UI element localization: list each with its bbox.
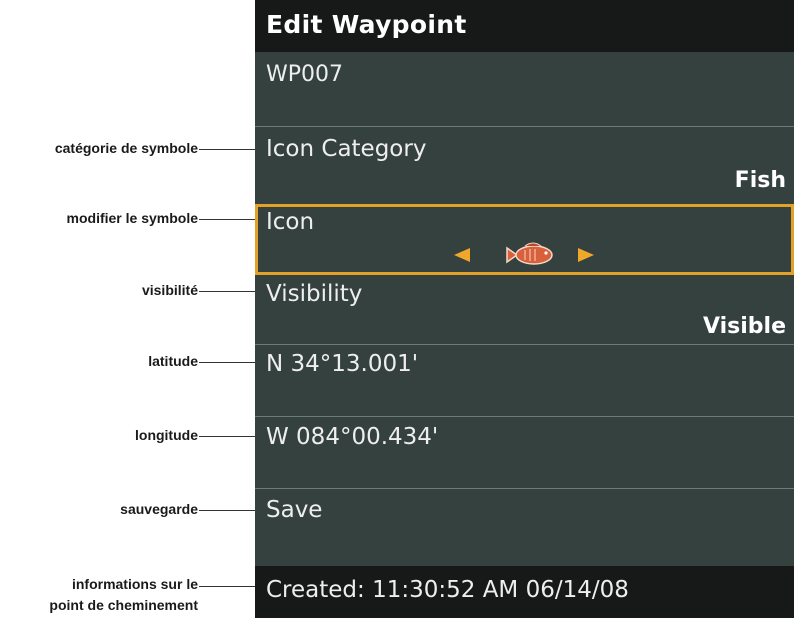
annotation-longitude: longitude xyxy=(135,427,198,443)
annotation-icon-category: catégorie de symbole xyxy=(54,140,198,156)
annotation-info-line1: informations sur le xyxy=(71,576,198,592)
divider xyxy=(255,416,794,417)
icon-category-label: Icon Category xyxy=(266,136,427,162)
arrow-left-icon[interactable] xyxy=(454,248,470,262)
annotation-info-line2: point de cheminement xyxy=(49,597,198,613)
latitude-field[interactable]: N 34°13.001' xyxy=(266,351,418,377)
arrow-right-icon[interactable] xyxy=(578,248,594,262)
icon-category-value: Fish xyxy=(734,168,786,193)
annotation-latitude: latitude xyxy=(148,353,198,369)
waypoint-name-field[interactable]: WP007 xyxy=(266,62,343,87)
longitude-field[interactable]: W 084°00.434' xyxy=(266,424,438,450)
edit-waypoint-panel: Edit Waypoint WP007 Icon Category Fish I… xyxy=(255,0,794,618)
visibility-value: Visible xyxy=(702,314,786,339)
annotation-icon: modifier le symbole xyxy=(66,210,198,226)
created-info: Created: 11:30:52 AM 06/14/08 xyxy=(266,577,629,603)
icon-row-selected[interactable]: Icon xyxy=(255,204,794,275)
title-bar: Edit Waypoint xyxy=(255,0,794,52)
fish-icon xyxy=(506,242,553,265)
visibility-label: Visibility xyxy=(266,281,363,307)
divider xyxy=(255,126,794,127)
annotation-save: sauvegarde xyxy=(120,501,198,517)
divider xyxy=(255,488,794,489)
icon-label: Icon xyxy=(266,209,315,235)
status-bar: Created: 11:30:52 AM 06/14/08 xyxy=(255,566,794,618)
divider xyxy=(255,344,794,345)
save-button[interactable]: Save xyxy=(266,497,322,523)
panel-title: Edit Waypoint xyxy=(266,10,467,39)
annotation-visibility: visibilité xyxy=(141,282,198,298)
